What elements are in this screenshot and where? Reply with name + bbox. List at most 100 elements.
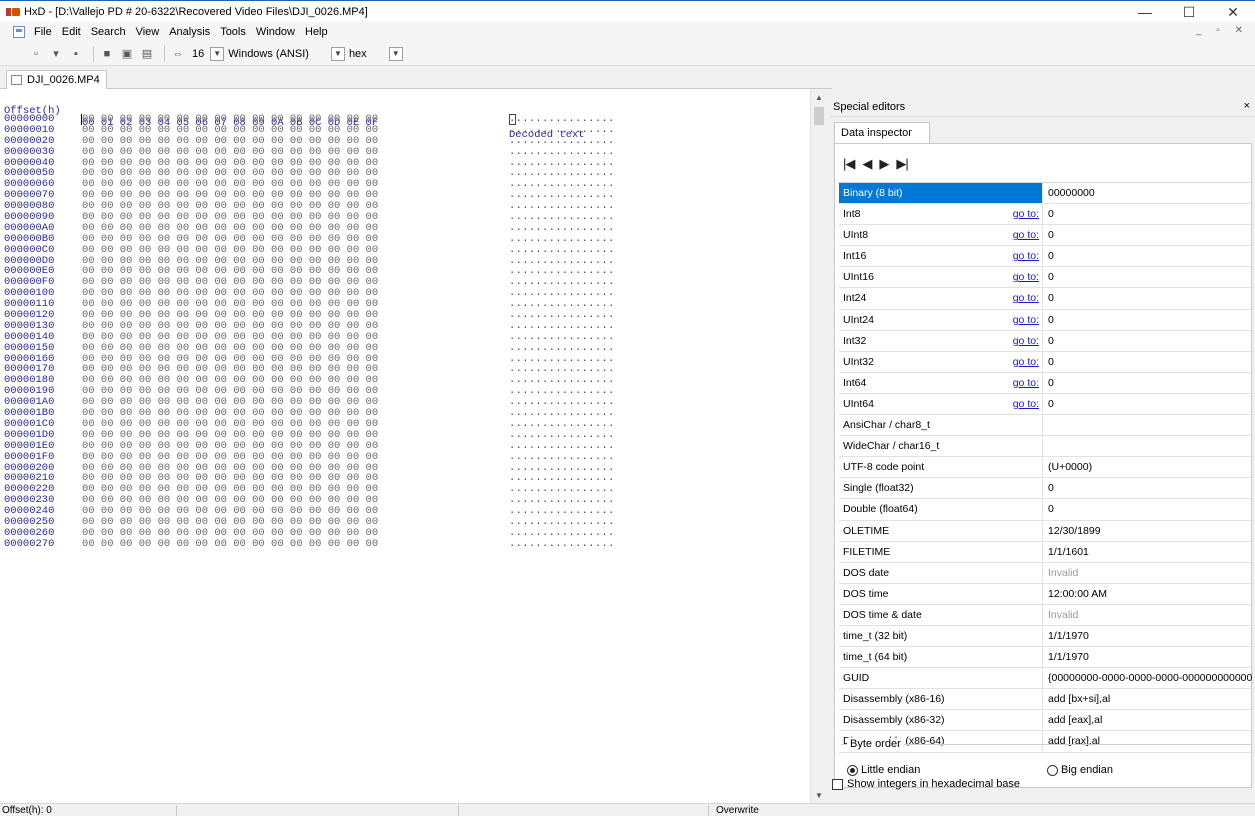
row-bytes[interactable]: 00 00 00 00 00 00 00 00 00 00 00 00 00 0… <box>82 538 378 550</box>
show-hex-checkbox[interactable]: Show integers in hexadecimal base <box>832 778 1020 790</box>
inspector-row[interactable]: UInt16 go to: 0 <box>839 267 1253 289</box>
inspector-row[interactable]: Binary (8 bit) 00000000 <box>839 183 1253 205</box>
goto-link[interactable]: go to: <box>991 377 1039 389</box>
scroll-down-icon[interactable]: ▼ <box>811 787 827 803</box>
inspector-value[interactable]: add [eax],al <box>1048 714 1253 726</box>
inspector-value[interactable]: add [bx+si],al <box>1048 693 1253 705</box>
inspector-row[interactable]: DOS time & date Invalid <box>839 604 1253 626</box>
inspector-value[interactable]: 0 <box>1048 314 1253 326</box>
inspector-value[interactable]: 0 <box>1048 482 1253 494</box>
inspector-value[interactable]: 1/1/1970 <box>1048 651 1253 663</box>
menu-window[interactable]: Window <box>251 26 300 38</box>
display-mode-dropdown[interactable]: ▼ <box>388 46 403 61</box>
hex-row[interactable]: 00000150 00 00 00 00 00 00 00 00 00 00 00… <box>0 342 810 354</box>
goto-link[interactable]: go to: <box>991 292 1039 304</box>
row-bytes[interactable]: 00 00 00 00 00 00 00 00 00 00 00 00 00 0… <box>82 451 378 463</box>
scroll-thumb[interactable] <box>814 107 824 125</box>
inspector-row[interactable]: AnsiChar / char8_t <box>839 415 1253 437</box>
goto-link[interactable]: go to: <box>991 271 1039 283</box>
prev-icon[interactable]: ◀ <box>862 156 872 172</box>
menu-edit[interactable]: Edit <box>57 26 86 38</box>
inspector-value[interactable]: 0 <box>1048 229 1253 241</box>
inspector-value[interactable]: Invalid <box>1048 567 1253 579</box>
hex-row[interactable]: 00000030 00 00 00 00 00 00 00 00 00 00 00… <box>0 146 810 158</box>
goto-link[interactable]: go to: <box>991 250 1039 262</box>
inspector-row[interactable]: GUID {00000000-0000-0000-0000-00000000000… <box>839 668 1253 690</box>
inspector-value[interactable]: 12/30/1899 <box>1048 525 1253 537</box>
new-file-icon[interactable]: ▫ <box>28 46 44 62</box>
inspector-row[interactable]: time_t (64 bit) 1/1/1970 <box>839 647 1253 669</box>
inspector-value[interactable]: 0 <box>1048 377 1253 389</box>
mdi-window-controls[interactable]: _ ▫ ✕ <box>1196 25 1249 36</box>
goto-link[interactable]: go to: <box>991 229 1039 241</box>
menu-view[interactable]: View <box>131 26 165 38</box>
inspector-row[interactable]: DOS time 12:00:00 AM <box>839 583 1253 605</box>
tab-data-inspector[interactable]: Data inspector <box>834 122 930 143</box>
inspector-value[interactable]: 1/1/1970 <box>1048 630 1253 642</box>
charset-dropdown[interactable]: ▼ <box>330 46 345 61</box>
menu-search[interactable]: Search <box>86 26 131 38</box>
scroll-up-icon[interactable]: ▲ <box>811 89 827 105</box>
open-file-icon[interactable]: ▾ <box>48 46 64 62</box>
row-decoded-text[interactable]: ................ <box>509 440 615 452</box>
close-button[interactable]: ✕ <box>1211 1 1255 23</box>
inspector-row[interactable]: UTF-8 code point (U+0000) <box>839 457 1253 479</box>
inspector-value[interactable]: (U+0000) <box>1048 461 1253 473</box>
inspector-row[interactable]: UInt24 go to: 0 <box>839 309 1253 331</box>
inspector-row[interactable]: time_t (32 bit) 1/1/1970 <box>839 625 1253 648</box>
inspector-row[interactable]: Disassembly (x86-32) add [eax],al <box>839 710 1253 732</box>
inspector-value[interactable]: 1/1/1601 <box>1048 546 1253 558</box>
row-decoded-text[interactable]: ................ <box>509 451 615 463</box>
row-decoded-text[interactable]: ................ <box>509 146 615 158</box>
inspector-row[interactable]: Disassembly (x86-16) add [bx+si],al <box>839 689 1253 711</box>
goto-link[interactable]: go to: <box>991 208 1039 220</box>
inspector-value[interactable]: Invalid <box>1048 609 1253 621</box>
disk-icon[interactable]: ▣ <box>119 46 135 62</box>
menu-help[interactable]: Help <box>300 26 333 38</box>
inspector-row[interactable]: OLETIME 12/30/1899 <box>839 520 1253 542</box>
inspector-value[interactable]: 0 <box>1048 271 1253 283</box>
inspector-value[interactable]: 0 <box>1048 398 1253 410</box>
inspector-row[interactable]: UInt64 go to: 0 <box>839 393 1253 416</box>
inspector-row[interactable]: FILETIME 1/1/1601 <box>839 541 1253 563</box>
first-icon[interactable]: |◀ <box>843 156 855 172</box>
hex-row[interactable]: 000001E0 00 00 00 00 00 00 00 00 00 00 00… <box>0 440 810 452</box>
menu-tools[interactable]: Tools <box>215 26 251 38</box>
menu-file[interactable]: File <box>29 26 57 38</box>
panel-close-icon[interactable]: × <box>1244 100 1250 112</box>
inspector-row[interactable]: Double (float64) 0 <box>839 499 1253 521</box>
inspector-row[interactable]: UInt8 go to: 0 <box>839 225 1253 247</box>
vertical-scrollbar[interactable]: ▲ ▼ <box>810 89 827 803</box>
goto-link[interactable]: go to: <box>991 314 1039 326</box>
inspector-row[interactable]: Int8 go to: 0 <box>839 204 1253 226</box>
inspector-value[interactable]: 0 <box>1048 356 1253 368</box>
row-decoded-text[interactable]: ................ <box>509 342 615 354</box>
row-bytes[interactable]: 00 00 00 00 00 00 00 00 00 00 00 00 00 0… <box>82 342 378 354</box>
goto-link[interactable]: go to: <box>991 356 1039 368</box>
ram-icon[interactable]: ■ <box>99 46 115 62</box>
row-bytes[interactable]: 00 00 00 00 00 00 00 00 00 00 00 00 00 0… <box>82 146 378 158</box>
inspector-row[interactable]: DOS date Invalid <box>839 562 1253 584</box>
row-bytes[interactable]: 00 00 00 00 00 00 00 00 00 00 00 00 00 0… <box>82 244 378 256</box>
menu-analysis[interactable]: Analysis <box>164 26 215 38</box>
document-menu-icon[interactable] <box>13 26 25 38</box>
inspector-value[interactable]: 0 <box>1048 250 1253 262</box>
hex-row[interactable]: 000001F0 00 00 00 00 00 00 00 00 00 00 00… <box>0 451 810 463</box>
inspector-value[interactable]: {00000000-0000-0000-0000-000000000000} <box>1048 672 1253 684</box>
inspector-row[interactable]: Int16 go to: 0 <box>839 246 1253 268</box>
row-bytes[interactable]: 00 00 00 00 00 00 00 00 00 00 00 00 00 0… <box>82 440 378 452</box>
inspector-row[interactable]: Single (float32) 0 <box>839 478 1253 500</box>
inspector-value[interactable]: 12:00:00 AM <box>1048 588 1253 600</box>
inspector-row[interactable]: Int24 go to: 0 <box>839 288 1253 310</box>
big-endian-radio[interactable]: Big endian <box>1047 764 1113 776</box>
inspector-row[interactable]: Int64 go to: 0 <box>839 372 1253 394</box>
row-decoded-text[interactable]: ................ <box>509 244 615 256</box>
charset-select[interactable]: Windows (ANSI) <box>228 48 309 60</box>
inspector-value[interactable]: 00000000 <box>1048 187 1253 199</box>
hex-row[interactable]: 00000270 00 00 00 00 00 00 00 00 00 00 00… <box>0 538 810 550</box>
inspector-value[interactable]: 0 <box>1048 292 1253 304</box>
properties-icon[interactable]: ▤ <box>139 46 155 62</box>
maximize-button[interactable]: ☐ <box>1167 1 1211 23</box>
next-icon[interactable]: ▶ <box>879 156 889 172</box>
goto-link[interactable]: go to: <box>991 335 1039 347</box>
